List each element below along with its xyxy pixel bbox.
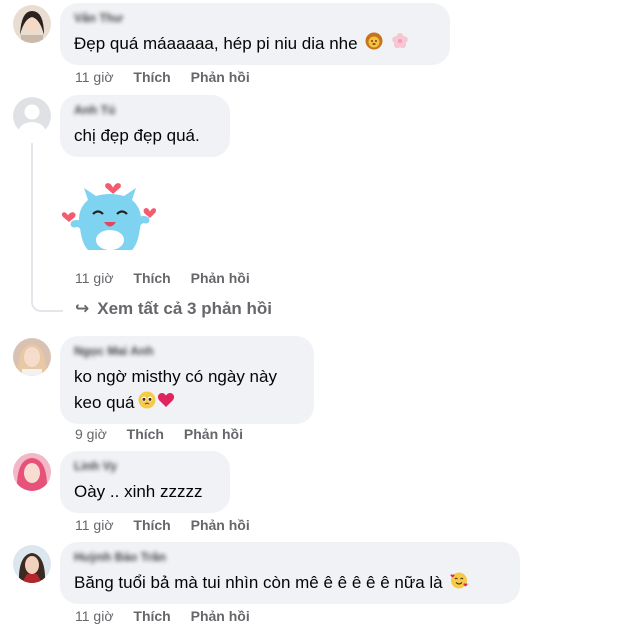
comment-text: Oày .. xinh zzzzz	[74, 482, 203, 501]
emoji-pleading-face	[138, 391, 156, 417]
emoji-blossom	[391, 32, 409, 58]
thread-line	[31, 143, 33, 293]
commenter-name[interactable]: Linh Vy	[74, 459, 216, 473]
comment-text: Băng tuổi bả mà tui nhìn còn mê ê ê ê ê …	[74, 570, 506, 597]
sticker-blue-cat-hearts[interactable]	[60, 170, 160, 263]
emoji-lion	[365, 32, 383, 58]
comment-text: chị đẹp đẹp quá.	[74, 126, 200, 145]
like-button[interactable]: Thích	[133, 69, 170, 85]
comment-time[interactable]: 11 giờ	[75, 69, 114, 85]
user-avatar[interactable]	[13, 5, 51, 43]
commenter-name[interactable]: Vân Thư	[74, 11, 436, 25]
comment-text-line: ko ngờ misthy có ngày này	[74, 367, 277, 386]
reply-arrow-icon: ↪	[75, 299, 90, 318]
comment-time[interactable]: 11 giờ	[75, 517, 114, 533]
commenter-name[interactable]: Huỳnh Bảo Trân	[74, 550, 506, 564]
comment-bubble: Huỳnh Bảo Trân Băng tuổi bả mà tui nhìn …	[60, 542, 520, 604]
comment-actions: 11 giờ Thích Phản hồi	[75, 517, 266, 533]
like-button[interactable]: Thích	[133, 517, 170, 533]
user-avatar[interactable]	[13, 545, 51, 583]
comment-text-content: keo quá	[74, 393, 135, 412]
comment-text: Đẹp quá máaaaaa, hép pi niu dia nhe	[74, 31, 436, 58]
user-avatar[interactable]	[13, 453, 51, 491]
comment-text-line: keo quá	[74, 390, 300, 417]
comment-bubble: Vân Thư Đẹp quá máaaaaa, hép pi niu dia …	[60, 3, 450, 65]
comment-actions: 11 giờ Thích Phản hồi	[75, 69, 266, 85]
reply-button[interactable]: Phản hồi	[191, 270, 250, 286]
comment-time[interactable]: 11 giờ	[75, 608, 114, 624]
reply-button[interactable]: Phản hồi	[191, 608, 250, 624]
comment-time[interactable]: 9 giờ	[75, 426, 107, 442]
comment-text-content: Đẹp quá máaaaaa, hép pi niu dia nhe	[74, 34, 358, 53]
reply-button[interactable]: Phản hồi	[191, 517, 250, 533]
comment-bubble: Linh Vy Oày .. xinh zzzzz	[60, 451, 230, 513]
thread-connector	[31, 290, 63, 312]
user-avatar[interactable]	[13, 338, 51, 376]
comment-time[interactable]: 11 giờ	[75, 270, 114, 286]
commenter-name[interactable]: Anh Tú	[74, 103, 216, 117]
emoji-smiling-face-with-hearts	[450, 571, 468, 597]
commenter-name[interactable]: Ngọc Mai Anh	[74, 344, 300, 358]
default-avatar[interactable]	[13, 97, 51, 135]
like-button[interactable]: Thích	[133, 270, 170, 286]
like-button[interactable]: Thích	[133, 608, 170, 624]
comment-bubble: Anh Tú chị đẹp đẹp quá.	[60, 95, 230, 157]
comment-actions: 11 giờ Thích Phản hồi	[75, 270, 266, 286]
comment-actions: 11 giờ Thích Phản hồi	[75, 608, 266, 624]
like-button[interactable]: Thích	[127, 426, 164, 442]
view-replies-label: Xem tất cả 3 phản hồi	[97, 299, 273, 318]
reply-button[interactable]: Phản hồi	[184, 426, 243, 442]
comment-actions: 9 giờ Thích Phản hồi	[75, 426, 259, 442]
comment-text-content: Băng tuổi bả mà tui nhìn còn mê ê ê ê ê …	[74, 573, 443, 592]
view-all-replies-link[interactable]: ↪ Xem tất cả 3 phản hồi	[75, 299, 272, 319]
emoji-red-heart	[157, 391, 175, 417]
reply-button[interactable]: Phản hồi	[191, 69, 250, 85]
comment-bubble: Ngọc Mai Anh ko ngờ misthy có ngày này k…	[60, 336, 314, 424]
